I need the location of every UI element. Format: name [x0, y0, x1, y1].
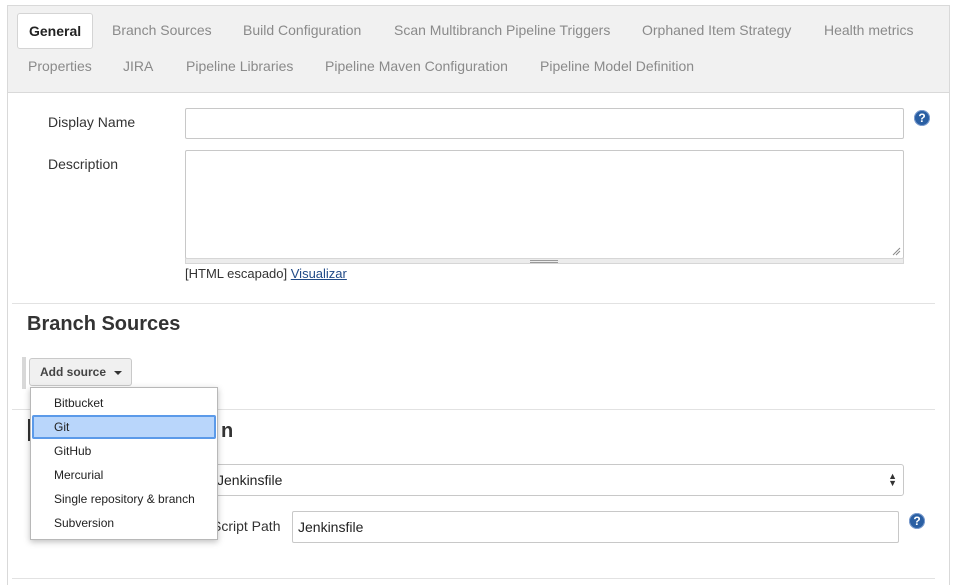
select-arrows-icon: ▲ ▼ [888, 471, 897, 488]
build-mode-select[interactable]: Jenkinsfile ▲ ▼ [210, 464, 904, 496]
tab-orphaned-item-strategy[interactable]: Orphaned Item Strategy [631, 14, 802, 46]
add-source-dropdown: Bitbucket Git GitHub Mercurial Single re… [30, 387, 218, 540]
menu-item-single-repository-branch[interactable]: Single repository & branch [32, 487, 216, 511]
tab-pipeline-maven-configuration[interactable]: Pipeline Maven Configuration [314, 50, 519, 82]
html-escaped-text: [HTML escapado] [185, 266, 288, 281]
tab-scan-multibranch-pipeline-triggers[interactable]: Scan Multibranch Pipeline Triggers [383, 14, 621, 46]
add-source-label: Add source [40, 365, 107, 379]
script-path-label: Script Path [212, 518, 281, 534]
tab-jira[interactable]: JIRA [112, 50, 164, 82]
preview-link[interactable]: Visualizar [291, 266, 347, 281]
tab-pipeline-libraries[interactable]: Pipeline Libraries [175, 50, 304, 82]
resize-grip-icon[interactable] [891, 246, 901, 256]
display-name-label: Display Name [48, 114, 136, 130]
section-divider-3 [12, 578, 935, 579]
script-path-input[interactable] [292, 511, 899, 543]
script-path-help-icon[interactable]: ? [909, 513, 925, 529]
add-source-indicator [22, 357, 26, 389]
menu-item-subversion[interactable]: Subversion [32, 511, 216, 535]
drag-grip-icon [530, 260, 558, 261]
tab-properties[interactable]: Properties [17, 50, 103, 82]
tab-branch-sources[interactable]: Branch Sources [101, 14, 223, 46]
tab-build-configuration[interactable]: Build Configuration [232, 14, 372, 46]
menu-item-mercurial[interactable]: Mercurial [32, 463, 216, 487]
tab-pipeline-model-definition[interactable]: Pipeline Model Definition [529, 50, 705, 82]
menu-item-github[interactable]: GitHub [32, 439, 216, 463]
section-divider [12, 303, 935, 304]
tab-health-metrics[interactable]: Health metrics [813, 14, 924, 46]
build-mode-value: Jenkinsfile [217, 472, 283, 488]
branch-sources-title: Branch Sources [27, 313, 181, 335]
html-escaped-note: [HTML escapado] Visualizar [185, 266, 347, 281]
add-source-button[interactable]: Add source [29, 358, 132, 386]
menu-item-bitbucket[interactable]: Bitbucket [32, 391, 216, 415]
tab-general[interactable]: General [17, 13, 94, 49]
title-tail: n [221, 420, 234, 442]
menu-item-git[interactable]: Git [32, 415, 216, 439]
description-label: Description [48, 156, 119, 172]
chevron-down-icon [114, 371, 122, 375]
textarea-drag-handle[interactable] [185, 258, 904, 264]
display-name-input[interactable] [185, 108, 904, 139]
display-name-help-icon[interactable]: ? [914, 110, 930, 126]
section-tab-bar: General Branch Sources Build Configurati… [8, 6, 949, 93]
description-textarea[interactable] [185, 150, 904, 259]
